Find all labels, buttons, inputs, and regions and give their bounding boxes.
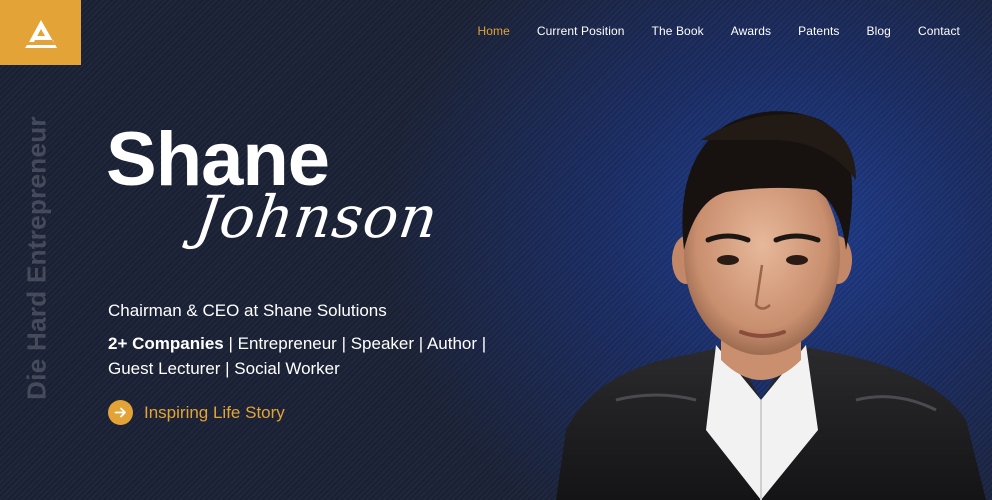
nav-current-position[interactable]: Current Position (537, 24, 625, 38)
nav-patents[interactable]: Patents (798, 24, 839, 38)
inspiring-story-link[interactable]: Inspiring Life Story (108, 400, 285, 425)
hero-tags: 2+ Companies | Entrepreneur | Speaker | … (108, 331, 508, 381)
portrait-image (556, 111, 986, 500)
nav-blog[interactable]: Blog (867, 24, 891, 38)
cta-label: Inspiring Life Story (144, 402, 285, 422)
nav-home[interactable]: Home (477, 24, 509, 38)
hero-tags-bold: 2+ Companies (108, 334, 224, 353)
arrow-right-icon (114, 407, 126, 418)
brand-logo[interactable] (0, 0, 81, 65)
brand-logo-icon (24, 19, 57, 48)
nav-the-book[interactable]: The Book (652, 24, 704, 38)
cta-circle (108, 400, 133, 425)
hero-role: Chairman & CEO at Shane Solutions (108, 301, 387, 320)
nav-contact[interactable]: Contact (918, 24, 960, 38)
nav-awards[interactable]: Awards (731, 24, 771, 38)
vertical-tagline: Die Hard Entrepreneur (21, 116, 52, 400)
hero-last-name: Johnson (191, 183, 443, 251)
main-nav: Home Current Position The Book Awards Pa… (450, 24, 960, 38)
